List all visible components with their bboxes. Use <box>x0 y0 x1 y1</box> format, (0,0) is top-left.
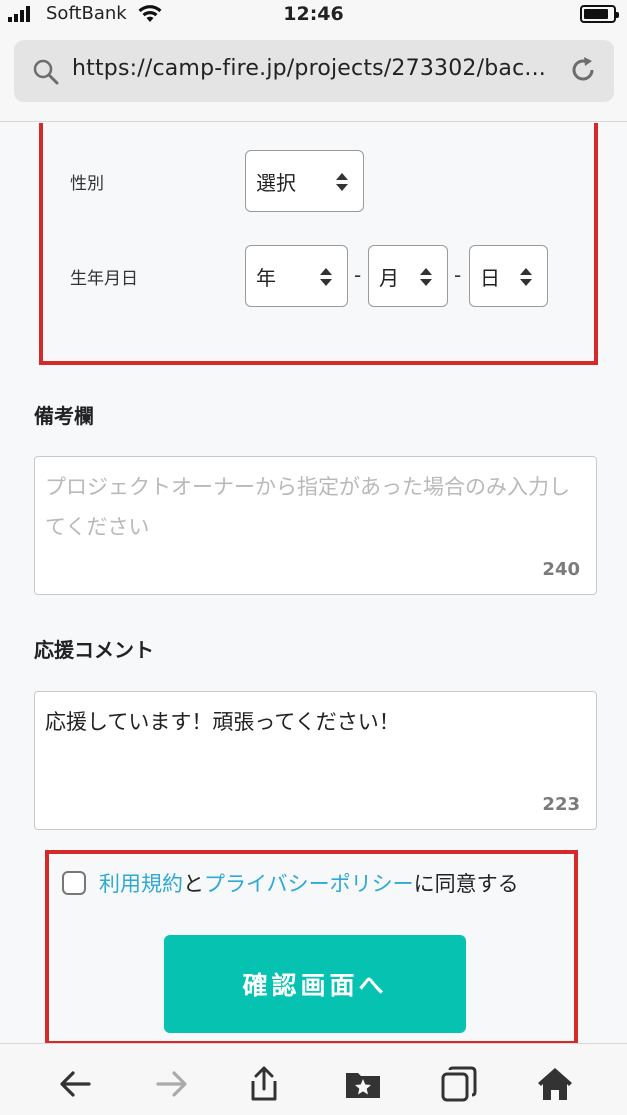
gender-label: 性別 <box>70 174 104 194</box>
browser-toolbar <box>0 1043 627 1115</box>
gender-select[interactable]: 選択 <box>245 150 364 212</box>
remarks-placeholder: プロジェクトオーナーから指定があった場合のみ入力してください <box>45 475 570 539</box>
date-separator: - <box>354 263 362 287</box>
bookmarks-icon[interactable] <box>343 1064 383 1104</box>
search-icon <box>33 59 59 85</box>
browser-address-area: https://camp-fire.jp/projects/273302/bac… <box>0 30 627 122</box>
select-updown-icon <box>420 268 432 286</box>
share-icon[interactable] <box>244 1064 284 1104</box>
back-arrow-icon[interactable] <box>55 1064 95 1104</box>
reload-icon[interactable] <box>568 55 598 85</box>
clock: 12:46 <box>283 3 344 25</box>
comment-textarea[interactable]: 応援しています！頑張ってください！ 223 <box>34 691 597 830</box>
url-text[interactable]: https://camp-fire.jp/projects/273302/bac… <box>72 56 546 81</box>
terms-link[interactable]: 利用規約 <box>99 868 183 898</box>
confirm-button[interactable]: 確認画面へ <box>164 935 466 1033</box>
status-bar: SoftBank 12:46 <box>0 0 627 30</box>
select-updown-icon <box>320 268 332 286</box>
forward-arrow-icon[interactable] <box>152 1064 192 1104</box>
gender-select-value: 選択 <box>256 171 296 195</box>
agreement-row: 利用規約 と プライバシーポリシー に同意する <box>62 868 519 898</box>
url-bar[interactable]: https://camp-fire.jp/projects/273302/bac… <box>14 40 614 102</box>
comment-title: 応援コメント <box>34 638 154 662</box>
comment-text: 応援しています！頑張ってください！ <box>45 710 400 734</box>
birthday-label: 生年月日 <box>70 269 138 289</box>
select-updown-icon <box>336 173 348 191</box>
birth-year-value: 年 <box>256 266 276 290</box>
birth-day-select[interactable]: 日 <box>469 245 548 307</box>
comment-char-counter: 223 <box>542 794 580 815</box>
page-content: 性別 選択 生年月日 年 - 月 - 日 備考欄 プロジェクトオーナーから指定が… <box>0 123 627 1043</box>
tabs-icon[interactable] <box>439 1064 479 1104</box>
birth-month-select[interactable]: 月 <box>368 245 448 307</box>
date-separator: - <box>454 263 462 287</box>
birth-month-value: 月 <box>379 266 399 290</box>
select-updown-icon <box>520 268 532 286</box>
birth-day-value: 日 <box>480 266 500 290</box>
agree-checkbox[interactable] <box>62 871 86 895</box>
agreement-connector: と <box>183 872 204 896</box>
birth-year-select[interactable]: 年 <box>245 245 348 307</box>
remarks-title: 備考欄 <box>34 404 94 428</box>
privacy-policy-link[interactable]: プライバシーポリシー <box>204 868 414 898</box>
home-icon[interactable] <box>535 1064 575 1104</box>
battery-icon <box>580 5 619 23</box>
remarks-char-counter: 240 <box>542 559 580 580</box>
agreement-suffix: に同意する <box>413 872 519 896</box>
remarks-textarea[interactable]: プロジェクトオーナーから指定があった場合のみ入力してください 240 <box>34 456 597 595</box>
